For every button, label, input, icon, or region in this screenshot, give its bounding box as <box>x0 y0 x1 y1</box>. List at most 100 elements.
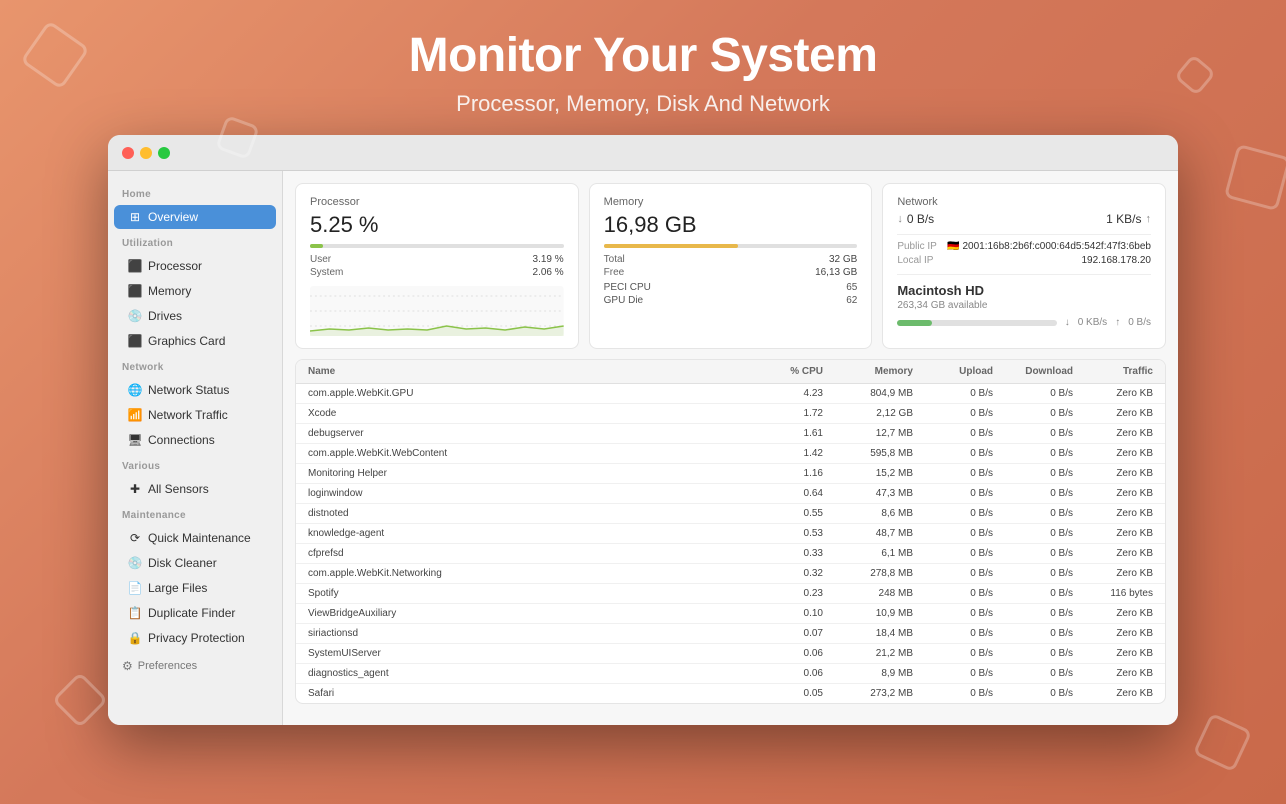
table-row: loginwindow0.6447,3 MB0 B/s0 B/sZero KB <box>296 484 1165 504</box>
arrow-up-icon: ↑ <box>1145 213 1151 225</box>
sidebar-item-all-sensors[interactable]: ✚ All Sensors <box>114 477 276 501</box>
sidebar-item-drives[interactable]: 💿 Drives <box>114 304 276 328</box>
memory-stats: Total 32 GB Free 16,13 GB <box>604 254 858 278</box>
table-row: Safari0.05273,2 MB0 B/s0 B/sZero KB <box>296 684 1165 703</box>
sidebar-section-home: Home <box>108 181 282 204</box>
memory-icon: ⬛ <box>128 284 142 298</box>
process-table: Name % CPU Memory Upload Download Traffi… <box>295 359 1166 704</box>
table-cell-1: 0.05 <box>743 688 823 699</box>
table-cell-4: 0 B/s <box>993 628 1073 639</box>
col-cpu: % CPU <box>743 366 823 377</box>
table-cell-2: 6,1 MB <box>823 548 913 559</box>
processor-user-row: User 3.19 % <box>310 254 564 265</box>
table-cell-4: 0 B/s <box>993 468 1073 479</box>
maximize-button[interactable] <box>158 147 170 159</box>
table-cell-0: knowledge-agent <box>308 528 743 539</box>
sensors-icon: ✚ <box>128 482 142 496</box>
table-cell-1: 0.06 <box>743 668 823 679</box>
table-cell-5: Zero KB <box>1073 568 1153 579</box>
table-header: Name % CPU Memory Upload Download Traffi… <box>296 360 1165 384</box>
sidebar-item-graphics-card[interactable]: ⬛ Graphics Card <box>114 329 276 353</box>
sidebar-item-duplicate-finder[interactable]: 📋 Duplicate Finder <box>114 601 276 625</box>
table-cell-0: siriactionsd <box>308 628 743 639</box>
table-cell-1: 0.53 <box>743 528 823 539</box>
sidebar-item-large-files[interactable]: 📄 Large Files <box>114 576 276 600</box>
table-row: siriactionsd0.0718,4 MB0 B/s0 B/sZero KB <box>296 624 1165 644</box>
table-cell-0: Xcode <box>308 408 743 419</box>
memory-free-row: Free 16,13 GB <box>604 267 858 278</box>
table-cell-0: ViewBridgeAuxiliary <box>308 608 743 619</box>
table-cell-2: 47,3 MB <box>823 488 913 499</box>
table-cell-3: 0 B/s <box>913 488 993 499</box>
table-body: com.apple.WebKit.GPU4.23804,9 MB0 B/s0 B… <box>296 384 1165 703</box>
table-cell-0: com.apple.WebKit.WebContent <box>308 448 743 459</box>
table-row: distnoted0.558,6 MB0 B/s0 B/sZero KB <box>296 504 1165 524</box>
sidebar-item-privacy-protection[interactable]: 🔒 Privacy Protection <box>114 626 276 650</box>
preferences-item[interactable]: ⚙ Preferences <box>108 654 282 678</box>
table-row: Spotify0.23248 MB0 B/s0 B/s116 bytes <box>296 584 1165 604</box>
disk-bar-fill <box>897 320 932 326</box>
disk-bar-row: ↓ 0 KB/s ↑ 0 B/s <box>897 317 1151 328</box>
table-cell-2: 48,7 MB <box>823 528 913 539</box>
table-cell-3: 0 B/s <box>913 668 993 679</box>
network-download-speed: ↓ 0 B/s <box>897 212 934 226</box>
table-cell-3: 0 B/s <box>913 688 993 699</box>
minimize-button[interactable] <box>140 147 152 159</box>
sidebar-item-connections[interactable]: 🖥 Connections <box>114 428 276 452</box>
sidebar-item-quick-maintenance[interactable]: ⟳ Quick Maintenance <box>114 526 276 550</box>
table-cell-1: 1.61 <box>743 428 823 439</box>
sidebar: Home ⊞ Overview Utilization ⬛ Processor … <box>108 171 283 725</box>
large-files-icon: 📄 <box>128 581 142 595</box>
sidebar-item-processor[interactable]: ⬛ Processor <box>114 254 276 278</box>
gpu-die-row: GPU Die 62 <box>604 295 858 306</box>
disk-speeds: ↓ 0 KB/s ↑ 0 B/s <box>1065 317 1151 328</box>
sidebar-item-network-traffic[interactable]: 📶 Network Traffic <box>114 403 276 427</box>
table-cell-1: 0.55 <box>743 508 823 519</box>
disk-read-icon: ↓ <box>1065 317 1070 328</box>
table-cell-4: 0 B/s <box>993 508 1073 519</box>
sidebar-item-memory[interactable]: ⬛ Memory <box>114 279 276 303</box>
disk-cleaner-icon: 💿 <box>128 556 142 570</box>
table-cell-3: 0 B/s <box>913 628 993 639</box>
table-cell-2: 8,6 MB <box>823 508 913 519</box>
table-cell-0: com.apple.WebKit.GPU <box>308 388 743 399</box>
cpu-icon: ⬛ <box>128 259 142 273</box>
table-cell-3: 0 B/s <box>913 508 993 519</box>
gpu-info: PECI CPU 65 GPU Die 62 <box>604 282 858 306</box>
table-cell-3: 0 B/s <box>913 588 993 599</box>
table-cell-3: 0 B/s <box>913 468 993 479</box>
sidebar-item-disk-cleaner[interactable]: 💿 Disk Cleaner <box>114 551 276 575</box>
table-cell-5: Zero KB <box>1073 508 1153 519</box>
sidebar-item-network-status[interactable]: 🌐 Network Status <box>114 378 276 402</box>
processor-stats: User 3.19 % System 2.06 % <box>310 254 564 278</box>
peci-cpu-row: PECI CPU 65 <box>604 282 858 293</box>
table-cell-2: 8,9 MB <box>823 668 913 679</box>
bg-decoration-4 <box>1193 713 1253 773</box>
sidebar-section-various: Various <box>108 453 282 476</box>
table-cell-2: 2,12 GB <box>823 408 913 419</box>
close-button[interactable] <box>122 147 134 159</box>
table-cell-2: 21,2 MB <box>823 648 913 659</box>
table-cell-1: 0.23 <box>743 588 823 599</box>
processor-title: Processor <box>310 196 564 208</box>
memory-progress-bg <box>604 244 858 248</box>
drives-icon: 💿 <box>128 309 142 323</box>
table-cell-5: Zero KB <box>1073 628 1153 639</box>
table-row: SystemUIServer0.0621,2 MB0 B/s0 B/sZero … <box>296 644 1165 664</box>
table-cell-4: 0 B/s <box>993 388 1073 399</box>
page-title: Monitor Your System <box>409 28 878 83</box>
disk-available: 263,34 GB available <box>897 300 1151 311</box>
network-upload-speed: 1 KB/s ↑ <box>1106 212 1151 226</box>
table-cell-5: Zero KB <box>1073 448 1153 459</box>
table-row: com.apple.WebKit.WebContent1.42595,8 MB0… <box>296 444 1165 464</box>
sidebar-item-overview[interactable]: ⊞ Overview <box>114 205 276 229</box>
table-row: debugserver1.6112,7 MB0 B/s0 B/sZero KB <box>296 424 1165 444</box>
network-card: Network ↓ 0 B/s 1 KB/s ↑ Public IP <box>882 183 1166 349</box>
table-cell-1: 4.23 <box>743 388 823 399</box>
public-ip-row: Public IP 🇩🇪 2001:16b8:2b6f:c000:64d5:54… <box>897 241 1151 252</box>
table-cell-5: 116 bytes <box>1073 588 1153 599</box>
table-cell-0: diagnostics_agent <box>308 668 743 679</box>
memory-card: Memory 16,98 GB Total 32 GB Free 16,13 G… <box>589 183 873 349</box>
local-ip-row: Local IP 192.168.178.20 <box>897 255 1151 266</box>
titlebar <box>108 135 1178 171</box>
